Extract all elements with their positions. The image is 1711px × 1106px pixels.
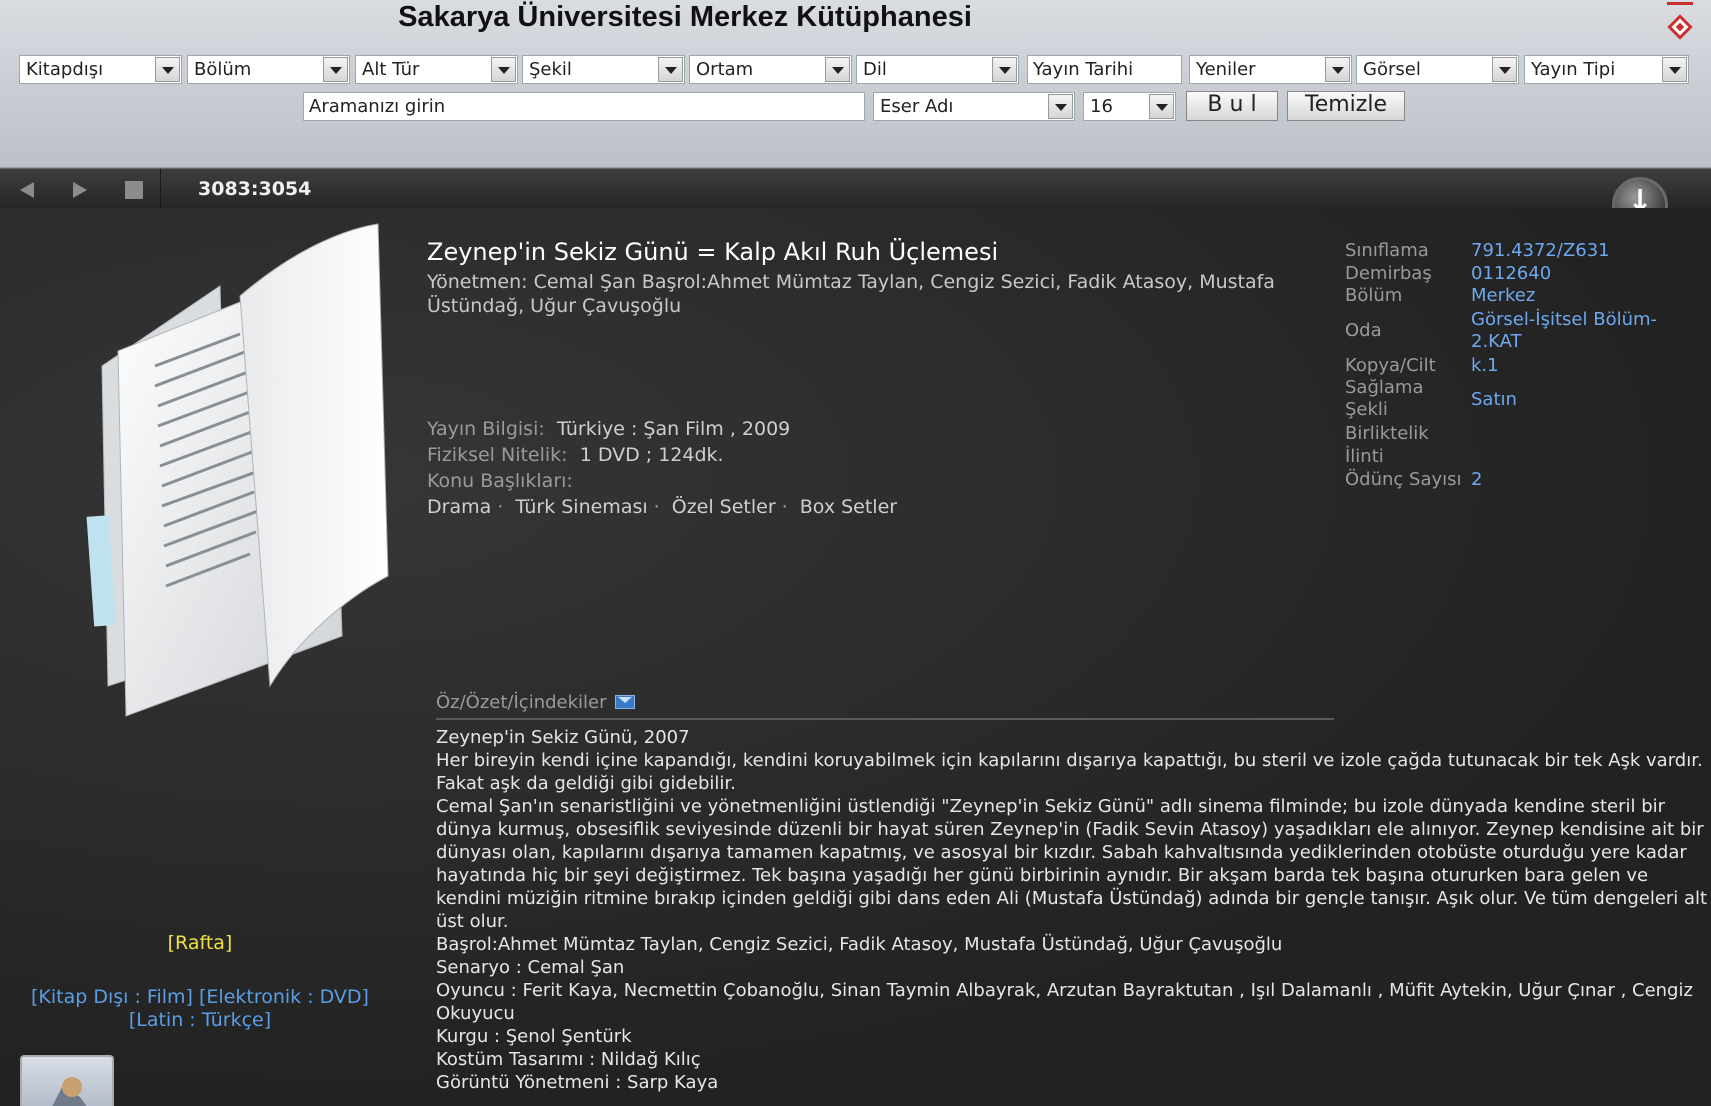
chevron-down-icon: [1149, 94, 1174, 119]
availability-status: [Rafta]: [167, 932, 233, 954]
abstract-text: Zeynep'in Sekiz Günü, 2007 Her bireyin k…: [436, 727, 1708, 1093]
stop-icon[interactable]: [118, 175, 148, 203]
filter-gorsel[interactable]: Görsel: [1356, 55, 1519, 84]
next-icon[interactable]: [65, 175, 95, 203]
record-title: Zeynep'in Sekiz Günü = Kalp Akıl Ruh Üçl…: [427, 238, 999, 266]
branch-value: Merkez: [1471, 285, 1536, 306]
page-size-select[interactable]: 16: [1083, 92, 1176, 121]
chevron-down-icon: [658, 57, 683, 82]
corner-logo[interactable]: [1667, 0, 1693, 44]
filter-kitapdisi[interactable]: Kitapdışı: [19, 55, 182, 84]
physical-info: Fiziksel Nitelik: 1 DVD ; 124dk.: [427, 444, 724, 466]
documents-folder-icon: [86, 223, 389, 717]
previous-icon[interactable]: [12, 175, 42, 203]
copy-value: k.1: [1471, 355, 1499, 376]
chevron-down-icon: [155, 57, 180, 82]
chevron-down-icon: [491, 57, 516, 82]
record-credits: Yönetmen: Cemal Şan Başrol:Ahmet Mümtaz …: [427, 271, 1275, 317]
record-toolbar: 3083:3054: [0, 168, 1711, 209]
filter-ortam[interactable]: Ortam: [689, 55, 852, 84]
filter-yayin-tipi[interactable]: Yayın Tipi: [1524, 55, 1689, 84]
meta-label: Kopya/Cilt: [1345, 355, 1436, 376]
meta-label: Ödünç Sayısı: [1345, 469, 1462, 490]
material-tags[interactable]: [Kitap Dışı : Film] [Elektronik : DVD] […: [0, 986, 400, 1032]
chevron-down-icon: [323, 57, 348, 82]
meta-label: Demirbaş: [1345, 263, 1432, 284]
loan-count-value: 2: [1471, 469, 1483, 490]
filter-yayin-tarihi[interactable]: Yayın Tarihi: [1027, 55, 1182, 84]
search-field-select[interactable]: Eser Adı: [873, 92, 1075, 121]
subjects-label: Konu Başlıkları:: [427, 470, 573, 492]
subject-link[interactable]: Drama: [427, 496, 491, 518]
meta-label: Birliktelik: [1345, 423, 1429, 444]
mail-icon[interactable]: [614, 695, 635, 709]
chevron-down-icon: [992, 57, 1017, 82]
record-detail: [Rafta] [Kitap Dışı : Film] [Elektronik …: [0, 208, 1711, 1106]
filter-bolum[interactable]: Bölüm: [187, 55, 350, 84]
room-value: Görsel-İşitsel Bölüm-2.KAT: [1471, 309, 1658, 352]
filter-yeniler[interactable]: Yeniler: [1189, 55, 1352, 84]
subject-list: Drama · Türk Sineması · Özel Setler · Box S…: [427, 496, 898, 518]
search-input[interactable]: Aramanızı girin: [303, 92, 865, 121]
inventory-value: 0112640: [1471, 263, 1552, 284]
meta-label: Sınıflama: [1345, 240, 1429, 261]
chevron-down-icon: [1048, 94, 1073, 119]
meta-label: İlinti: [1345, 446, 1384, 467]
find-button[interactable]: B u l: [1186, 91, 1278, 121]
classification-value[interactable]: 791.4372/Z631: [1471, 240, 1610, 262]
filter-sekil[interactable]: Şekil: [522, 55, 685, 84]
chevron-down-icon: [1492, 57, 1517, 82]
meta-label: Sağlama Şekli: [1345, 377, 1424, 420]
subject-link[interactable]: Özel Setler: [672, 496, 776, 518]
meta-label: Oda: [1345, 320, 1382, 341]
meta-label: Bölüm: [1345, 285, 1403, 306]
subject-link[interactable]: Box Setler: [800, 496, 897, 518]
acquisition-value: Satın: [1471, 389, 1517, 410]
filter-alt-tur[interactable]: Alt Tür: [355, 55, 518, 84]
publication-info: Yayın Bilgisi: Türkiye : Şan Film , 2009: [427, 418, 791, 440]
header-bar: Sakarya Üniversitesi Merkez Kütüphanesi …: [0, 0, 1711, 168]
chevron-down-icon: [1662, 57, 1687, 82]
library-title: Sakarya Üniversitesi Merkez Kütüphanesi: [398, 1, 972, 33]
record-counter: 3083:3054: [198, 178, 312, 200]
filter-dil[interactable]: Dil: [856, 55, 1019, 84]
mail-stamp-icon[interactable]: [20, 1055, 114, 1106]
abstract-header: Öz/Özet/İçindekiler: [436, 692, 1334, 720]
chevron-down-icon: [1325, 57, 1350, 82]
diamond-icon: [1667, 14, 1693, 40]
clear-button[interactable]: Temizle: [1287, 91, 1405, 121]
subject-link[interactable]: Türk Sineması: [515, 496, 647, 518]
chevron-down-icon: [825, 57, 850, 82]
